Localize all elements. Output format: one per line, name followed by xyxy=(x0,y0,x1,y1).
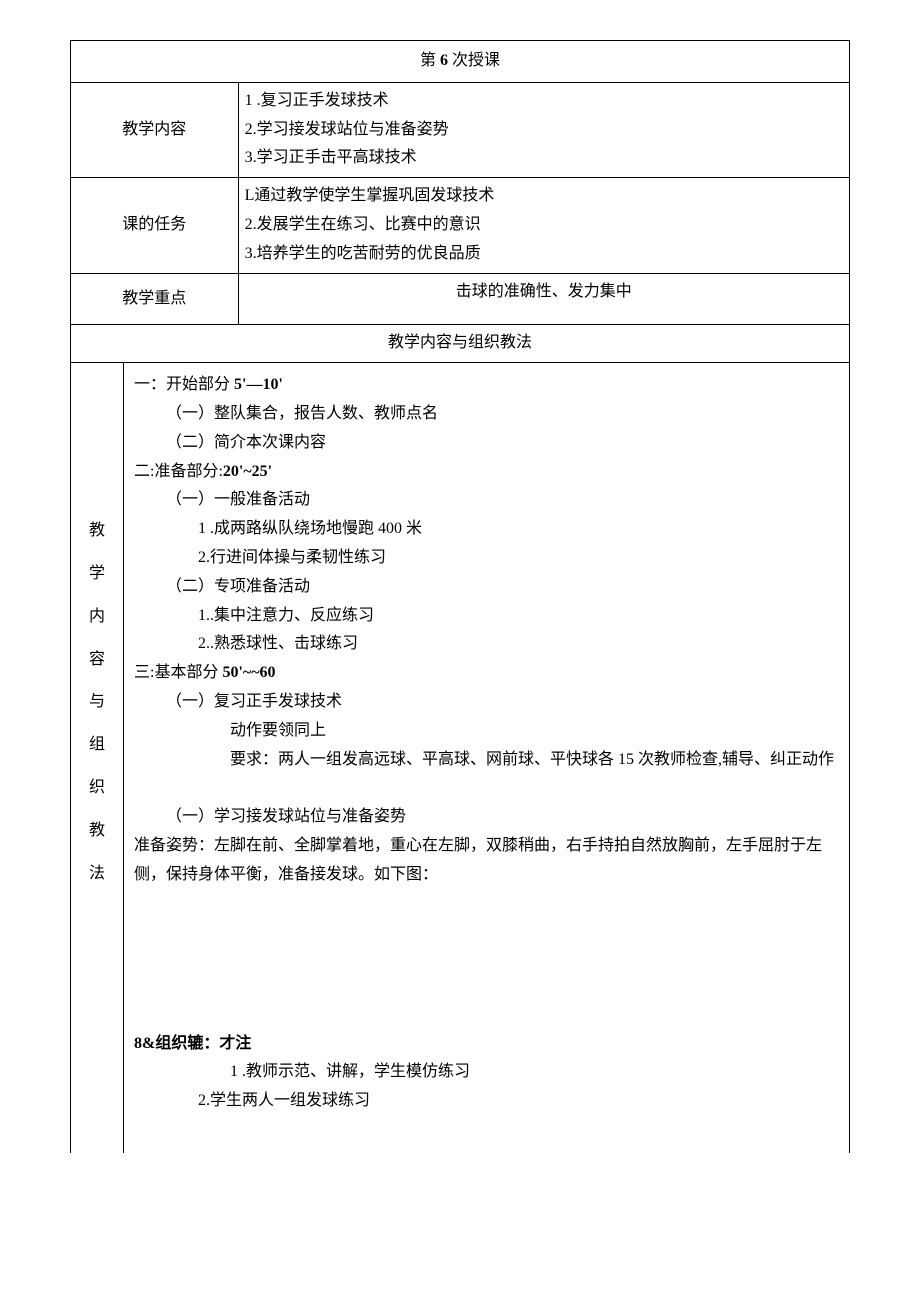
content-line-2: 2.学习接发球站位与准备姿势 xyxy=(245,121,449,138)
s2-a-2: 2.行进间体操与柔韧性练习 xyxy=(134,544,839,573)
key-point-cell: 击球的准确性、发力集中 xyxy=(238,273,849,325)
vchar-6: 织 xyxy=(77,774,117,803)
teaching-content-cell: 1 .复习正手发球技术 2.学习接发球站位与准备姿势 3.学习正手击平高球技术 xyxy=(238,82,849,177)
lesson-table: 第 6 次授课 教学内容 1 .复习正手发球技术 2.学习接发球站位与准备姿势 … xyxy=(70,40,850,1153)
title-number: 6 xyxy=(440,52,448,69)
title-suffix: 次授课 xyxy=(452,52,500,69)
section2-title: 二:准备部分:20'~25' xyxy=(134,463,272,480)
title-prefix: 第 xyxy=(420,52,436,69)
s2-b-1: 1..集中注意力、反应练习 xyxy=(134,602,839,631)
vchar-1: 学 xyxy=(77,560,117,589)
vertical-label-cell: 教 学 内 容 与 组 织 教 法 xyxy=(71,363,124,1153)
s2-a-1: 1 .成两路纵队绕场地慢跑 400 米 xyxy=(134,515,839,544)
lesson-plan-page: 第 6 次授课 教学内容 1 .复习正手发球技术 2.学习接发球站位与准备姿势 … xyxy=(70,40,850,1153)
body-cell: 一：开始部分 5'—10' （一）整队集合，报告人数、教师点名 （二）简介本次课… xyxy=(124,363,850,1153)
vchar-0: 教 xyxy=(77,517,117,546)
s2-sub-b: （二）专项准备活动 xyxy=(134,573,839,602)
content-line-1: 1 .复习正手发球技术 xyxy=(245,92,389,109)
task-line-3: 3.培养学生的吃苦耐劳的优良品质 xyxy=(245,245,481,262)
s3-a-1: 动作要领同上 xyxy=(134,717,839,746)
org-item-2: 2.学生两人一组发球练习 xyxy=(134,1087,839,1116)
vchar-2: 内 xyxy=(77,603,117,632)
content-line-3: 3.学习正手击平高球技术 xyxy=(245,149,417,166)
s3-b-desc: 准备姿势：左脚在前、全脚掌着地，重心在左脚，双膝稍曲，右手持拍自然放胸前，左手屈… xyxy=(134,837,822,883)
vchar-4: 与 xyxy=(77,688,117,717)
s3-sub-b: （一）学习接发球站位与准备姿势 xyxy=(134,803,839,832)
lesson-task-label: 课的任务 xyxy=(71,178,239,273)
vchar-7: 教 xyxy=(77,817,117,846)
vchar-3: 容 xyxy=(77,646,117,675)
section3-title: 三:基本部分 50'~~60 xyxy=(134,664,276,681)
vchar-5: 组 xyxy=(77,731,117,760)
section1-title: 一：开始部分 5'—10' xyxy=(134,376,283,393)
s3-a-2: 要求：两人一组发高远球、平高球、网前球、平快球各 15 次教师检查,辅导、纠正动… xyxy=(134,746,839,775)
teaching-content-label: 教学内容 xyxy=(71,82,239,177)
s1-item-1: （一）整队集合，报告人数、教师点名 xyxy=(134,400,839,429)
vchar-8: 法 xyxy=(77,860,117,889)
s3-sub-a: （一）复习正手发球技术 xyxy=(134,688,839,717)
s2-sub-a: （一）一般准备活动 xyxy=(134,486,839,515)
org-label: 8&组织辘：才注 xyxy=(134,1035,251,1052)
lesson-title-cell: 第 6 次授课 xyxy=(71,41,850,83)
section-header: 教学内容与组织教法 xyxy=(71,325,850,363)
key-point-label: 教学重点 xyxy=(71,273,239,325)
lesson-task-cell: L通过教学使学生掌握巩固发球技术 2.发展学生在练习、比赛中的意识 3.培养学生… xyxy=(238,178,849,273)
figure-placeholder xyxy=(134,890,839,1030)
s2-b-2: 2..熟悉球性、击球练习 xyxy=(134,630,839,659)
s1-item-2: （二）简介本次课内容 xyxy=(134,429,839,458)
task-line-1: L通过教学使学生掌握巩固发球技术 xyxy=(245,187,495,204)
org-item-1: 1 .教师示范、讲解，学生模仿练习 xyxy=(134,1058,839,1087)
task-line-2: 2.发展学生在练习、比赛中的意识 xyxy=(245,216,481,233)
